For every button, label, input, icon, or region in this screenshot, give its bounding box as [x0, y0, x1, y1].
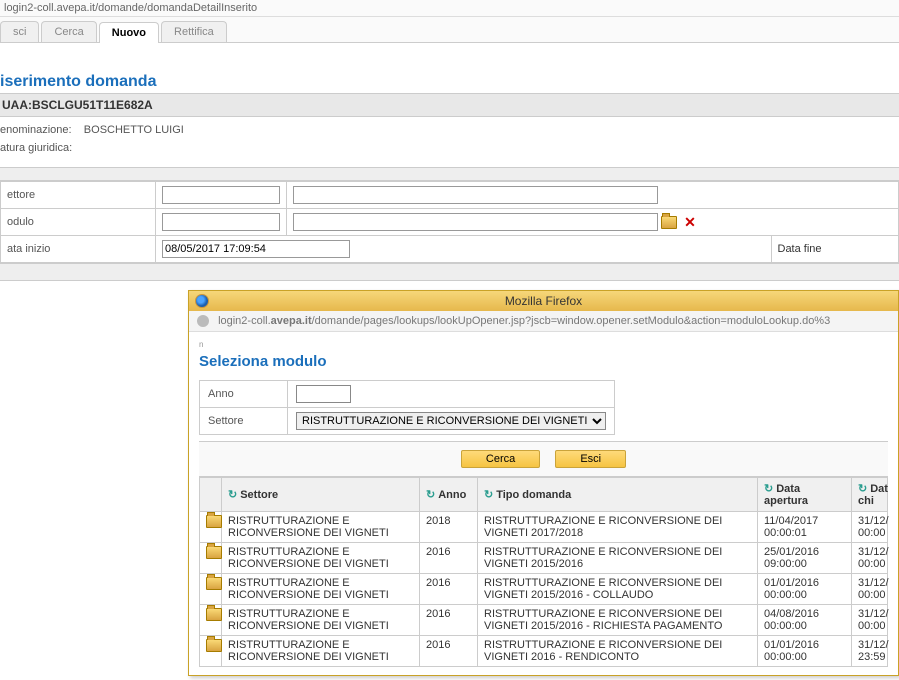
row-settore: RISTRUTTURAZIONE E RICONVERSIONE DEI VIG…: [222, 574, 420, 605]
row-tipo: RISTRUTTURAZIONE E RICONVERSIONE DEI VIG…: [478, 605, 758, 636]
anno-label: Anno: [200, 381, 288, 408]
denominazione-label: enominazione:: [0, 124, 72, 136]
row-settore: RISTRUTTURAZIONE E RICONVERSIONE DEI VIG…: [222, 512, 420, 543]
table-row: RISTRUTTURAZIONE E RICONVERSIONE DEI VIG…: [200, 605, 888, 636]
table-row: RISTRUTTURAZIONE E RICONVERSIONE DEI VIG…: [200, 512, 888, 543]
row-folder-icon[interactable]: [200, 605, 222, 636]
popup-settore-label: Settore: [200, 408, 288, 435]
tab-rettifica[interactable]: Rettifica: [161, 21, 227, 42]
globe-icon: [197, 315, 209, 327]
row-anno: 2016: [420, 605, 478, 636]
row-settore: RISTRUTTURAZIONE E RICONVERSIONE DEI VIG…: [222, 605, 420, 636]
tab-cerca[interactable]: Cerca: [41, 21, 96, 42]
tabs: sci Cerca Nuovo Rettifica: [0, 17, 899, 43]
tab-nuovo[interactable]: Nuovo: [99, 22, 159, 43]
col-settore[interactable]: ↻Settore: [222, 478, 420, 512]
sort-icon: ↻: [426, 489, 435, 501]
filter-table: Anno Settore RISTRUTTURAZIONE E RICONVER…: [199, 380, 615, 435]
popup-urlbar: login2-coll.avepa.it/domande/pages/looku…: [189, 311, 898, 332]
row-dataap: 01/01/2016 00:00:00: [758, 636, 852, 667]
popup-titlebar: Mozilla Firefox: [189, 291, 898, 311]
row-tipo: RISTRUTTURAZIONE E RICONVERSIONE DEI VIG…: [478, 543, 758, 574]
row-anno: 2018: [420, 512, 478, 543]
natura-row: atura giuridica:: [0, 139, 899, 157]
row-tipo: RISTRUTTURAZIONE E RICONVERSIONE DEI VIG…: [478, 574, 758, 605]
sort-icon: ↻: [484, 489, 493, 501]
popup-url-prefix: login2-coll.: [218, 315, 271, 327]
extra-spacer: [0, 263, 899, 281]
datainizio-label: ata inizio: [1, 236, 156, 263]
clear-icon[interactable]: ✕: [684, 214, 696, 231]
row-datach: 31/12/ 00:00: [852, 543, 888, 574]
row-tipo: RISTRUTTURAZIONE E RICONVERSIONE DEI VIG…: [478, 636, 758, 667]
row-anno: 2016: [420, 574, 478, 605]
col-dataap[interactable]: ↻Data apertura: [758, 478, 852, 512]
cuaa-line: UAA:BSCLGU51T11E682A: [0, 93, 899, 117]
col-anno[interactable]: ↻Anno: [420, 478, 478, 512]
row-folder-icon[interactable]: [200, 574, 222, 605]
modulo-input-2[interactable]: [293, 213, 658, 231]
row-dataap: 01/01/2016 00:00:00: [758, 574, 852, 605]
row-datach: 31/12/ 23:59: [852, 636, 888, 667]
row-folder-icon[interactable]: [200, 636, 222, 667]
sort-icon: ↻: [764, 483, 773, 495]
denominazione-value: BOSCHETTO LUIGI: [84, 124, 184, 136]
esci-button[interactable]: Esci: [555, 450, 626, 468]
settore-select[interactable]: RISTRUTTURAZIONE E RICONVERSIONE DEI VIG…: [296, 412, 606, 430]
row-settore: RISTRUTTURAZIONE E RICONVERSIONE DEI VIG…: [222, 636, 420, 667]
row-dataap: 04/08/2016 00:00:00: [758, 605, 852, 636]
firefox-icon: [195, 294, 209, 308]
page-title: iserimento domanda: [0, 43, 899, 93]
sort-icon: ↻: [228, 489, 237, 501]
col-icon: [200, 478, 222, 512]
button-row: Cerca Esci: [199, 441, 888, 477]
settore-input-2[interactable]: [293, 186, 658, 204]
row-dataap: 25/01/2016 09:00:00: [758, 543, 852, 574]
datafine-label: Data fine: [771, 236, 898, 262]
settore-label: ettore: [1, 182, 156, 209]
popup-title: Mozilla Firefox: [505, 294, 582, 308]
table-row: RISTRUTTURAZIONE E RICONVERSIONE DEI VIG…: [200, 543, 888, 574]
settore-input-1[interactable]: [162, 186, 280, 204]
cerca-button[interactable]: Cerca: [461, 450, 540, 468]
results-table: ↻Settore ↻Anno ↻Tipo domanda ↻Data apert…: [199, 477, 888, 667]
form-table: ettore odulo ✕ ata inizio Data fine: [0, 181, 899, 263]
datainizio-input[interactable]: [162, 240, 350, 258]
grid-spacer: [0, 167, 899, 181]
table-row: RISTRUTTURAZIONE E RICONVERSIONE DEI VIG…: [200, 574, 888, 605]
row-dataap: 11/04/2017 00:00:01: [758, 512, 852, 543]
popup-url-rest: /domande/pages/lookups/lookUpOpener.jsp?…: [312, 315, 831, 327]
breadcrumb: login2-coll.avepa.it/domande/domandaDeta…: [0, 0, 899, 17]
denominazione-row: enominazione: BOSCHETTO LUIGI: [0, 121, 899, 139]
row-datach: 31/12/ 00:00: [852, 605, 888, 636]
popup-heading: Seleziona modulo: [199, 349, 888, 380]
popup-window: Mozilla Firefox login2-coll.avepa.it/dom…: [188, 290, 899, 676]
row-datach: 31/12/ 00:00: [852, 512, 888, 543]
row-folder-icon[interactable]: [200, 543, 222, 574]
anno-input[interactable]: [296, 385, 351, 403]
natura-label: atura giuridica:: [0, 142, 72, 154]
modulo-label: odulo: [1, 209, 156, 236]
sort-icon: ↻: [858, 483, 867, 495]
col-tipo[interactable]: ↻Tipo domanda: [478, 478, 758, 512]
row-tipo: RISTRUTTURAZIONE E RICONVERSIONE DEI VIG…: [478, 512, 758, 543]
folder-icon[interactable]: [661, 216, 677, 229]
row-settore: RISTRUTTURAZIONE E RICONVERSIONE DEI VIG…: [222, 543, 420, 574]
row-anno: 2016: [420, 636, 478, 667]
popup-url-host: avepa.it: [271, 315, 312, 327]
modulo-input-1[interactable]: [162, 213, 280, 231]
row-anno: 2016: [420, 543, 478, 574]
row-folder-icon[interactable]: [200, 512, 222, 543]
table-row: RISTRUTTURAZIONE E RICONVERSIONE DEI VIG…: [200, 636, 888, 667]
row-datach: 31/12/ 00:00: [852, 574, 888, 605]
tab-sci[interactable]: sci: [0, 21, 39, 42]
col-datach[interactable]: ↻Dat chi: [852, 478, 888, 512]
